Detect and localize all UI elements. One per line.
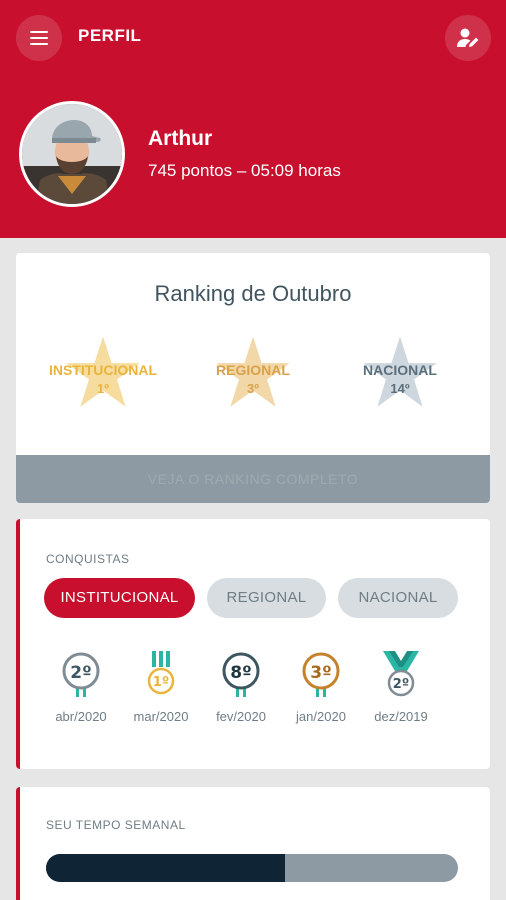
ranking-card: Ranking de Outubro INSTITUCIONAL 1º REGI… xyxy=(16,253,490,503)
ranking-institucional: INSTITUCIONAL 1º xyxy=(28,335,178,415)
ranking-regional: REGIONAL 3º xyxy=(178,335,328,415)
medal-item[interactable]: 3º jan/2020 xyxy=(278,651,364,731)
medal-item[interactable]: 2º abr/2020 xyxy=(38,651,124,731)
ranking-position: 3º xyxy=(247,381,259,396)
tab-institucional[interactable]: INSTITUCIONAL xyxy=(44,578,195,618)
medal-item[interactable]: 1º mar/2020 xyxy=(118,651,204,731)
tab-regional[interactable]: REGIONAL xyxy=(207,578,326,618)
ranking-label: REGIONAL xyxy=(216,362,290,378)
ranking-title: Ranking de Outubro xyxy=(154,281,352,306)
medal-icon: 2º xyxy=(62,652,100,697)
medal-place: 8º xyxy=(230,663,251,683)
medal-place: 1º xyxy=(153,675,169,690)
section-title: CONQUISTAS xyxy=(46,552,130,566)
achievements-card: CONQUISTAS INSTITUCIONAL REGIONAL NACION… xyxy=(16,519,490,769)
page-title: PERFIL xyxy=(78,26,142,45)
medal-place: 2º xyxy=(70,663,91,683)
user-stats: 745 pontos – 05:09 horas xyxy=(148,161,341,180)
medal-place: 3º xyxy=(310,663,331,683)
profile-header: Arthur 745 pontos – 05:09 horas xyxy=(0,76,506,238)
medal-date: jan/2020 xyxy=(296,709,346,724)
user-name: Arthur xyxy=(148,127,213,150)
weekly-time-progress xyxy=(46,854,458,882)
medal-date: fev/2020 xyxy=(216,709,266,724)
medal-icon: 1º xyxy=(147,651,175,695)
medal-icon: 8º xyxy=(222,652,260,697)
section-title: SEU TEMPO SEMANAL xyxy=(46,818,186,832)
ranking-label: NACIONAL xyxy=(363,362,437,378)
medal-date: mar/2020 xyxy=(133,709,189,724)
app-bar: PERFIL xyxy=(0,0,506,76)
hamburger-menu-icon[interactable] xyxy=(16,15,62,61)
medal-date: abr/2020 xyxy=(55,709,107,724)
edit-profile-icon[interactable] xyxy=(445,15,491,61)
full-ranking-button[interactable]: VEJA O RANKING COMPLETO xyxy=(16,455,490,503)
ranking-position: 14º xyxy=(390,381,410,396)
weekly-time-card: SEU TEMPO SEMANAL xyxy=(16,787,490,900)
medal-icon: 3º xyxy=(302,652,340,697)
medal-item[interactable]: 8º fev/2020 xyxy=(198,651,284,731)
ranking-position: 1º xyxy=(97,381,109,396)
progress-fill xyxy=(46,854,285,882)
medal-icon: 2º xyxy=(383,651,419,697)
medal-date: dez/2019 xyxy=(374,709,428,724)
avatar[interactable] xyxy=(19,101,125,207)
tab-nacional[interactable]: NACIONAL xyxy=(338,578,458,618)
ranking-nacional: NACIONAL 14º xyxy=(325,335,475,415)
medal-item[interactable]: 2º dez/2019 xyxy=(358,651,444,731)
ranking-label: INSTITUCIONAL xyxy=(48,362,158,378)
medal-place: 2º xyxy=(393,677,409,692)
